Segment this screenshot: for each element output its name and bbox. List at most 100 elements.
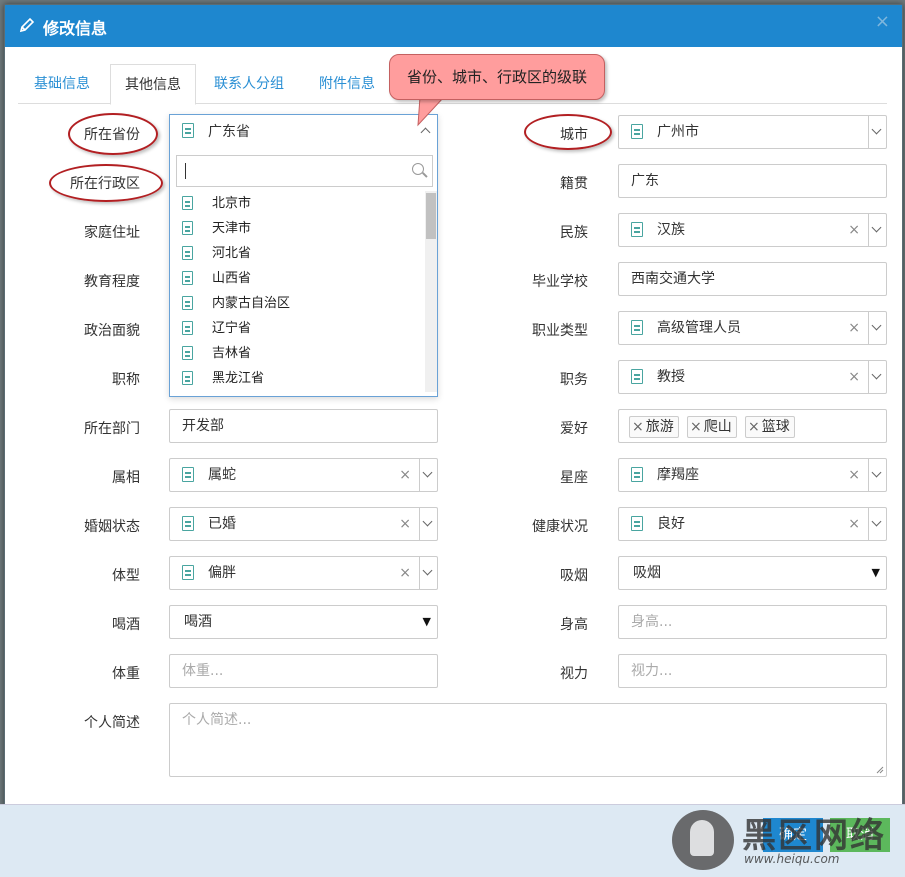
drinking-select[interactable]: 喝酒 ▼: [169, 605, 438, 639]
native-place-value: 广东: [631, 173, 659, 189]
province-option[interactable]: 辽宁省: [170, 316, 425, 341]
department-label: 所在部门: [84, 421, 140, 437]
remove-tag-icon[interactable]: ×: [690, 419, 702, 435]
chevron-down-icon[interactable]: [868, 508, 886, 540]
scrollbar-thumb[interactable]: [426, 193, 436, 239]
clear-icon[interactable]: ×: [399, 508, 411, 540]
province-option[interactable]: 吉林省: [170, 341, 425, 366]
tab-contact-groups[interactable]: 联系人分组: [200, 64, 298, 104]
watermark: 黑区网络 www.heiqu.com: [672, 808, 900, 872]
annotation-ring-province: [68, 113, 158, 155]
clear-icon[interactable]: ×: [848, 459, 860, 491]
hobby-tag: × 篮球: [745, 416, 795, 438]
dropdown-scrollbar[interactable]: [425, 191, 437, 392]
zodiac-label: 属相: [112, 470, 140, 486]
text-cursor: [185, 163, 186, 179]
clear-icon[interactable]: ×: [848, 312, 860, 344]
body-type-select[interactable]: 偏胖 ×: [169, 556, 438, 590]
province-option[interactable]: 山西省: [170, 266, 425, 291]
native-place-input[interactable]: 广东: [618, 164, 887, 198]
document-icon: [182, 221, 193, 235]
tab-basic-info[interactable]: 基础信息: [20, 64, 104, 104]
province-option[interactable]: 天津市: [170, 216, 425, 241]
marital-select[interactable]: 已婚 ×: [169, 507, 438, 541]
department-input[interactable]: 开发部: [169, 409, 438, 443]
document-icon: [631, 320, 643, 335]
city-select[interactable]: 广州市: [618, 115, 887, 149]
document-icon: [182, 271, 193, 285]
document-icon: [182, 296, 193, 310]
zodiac-select[interactable]: 属蛇 ×: [169, 458, 438, 492]
remove-tag-icon[interactable]: ×: [632, 419, 644, 435]
ethnicity-value: 汉族: [657, 222, 685, 238]
province-option[interactable]: 北京市: [170, 191, 425, 216]
ethnicity-select[interactable]: 汉族 ×: [618, 213, 887, 247]
weight-input[interactable]: 体重...: [169, 654, 438, 688]
hobby-tag: × 旅游: [629, 416, 679, 438]
clear-icon[interactable]: ×: [399, 459, 411, 491]
document-icon: [631, 467, 643, 482]
chevron-down-icon[interactable]: [419, 508, 437, 540]
document-icon: [182, 196, 193, 210]
province-option[interactable]: 黑龙江省: [170, 366, 425, 391]
watermark-text: 黑区网络: [742, 816, 886, 856]
dialog-title: 修改信息: [43, 19, 108, 38]
constellation-label: 星座: [560, 470, 588, 486]
option-label: 天津市: [212, 221, 252, 236]
school-input[interactable]: 西南交通大学: [618, 262, 887, 296]
marital-value: 已婚: [208, 516, 236, 532]
political-label: 政治面貌: [84, 323, 140, 339]
clear-icon[interactable]: ×: [848, 361, 860, 393]
chevron-down-icon[interactable]: [868, 459, 886, 491]
clear-icon[interactable]: ×: [848, 214, 860, 246]
chevron-down-icon[interactable]: [868, 361, 886, 393]
smoking-value: 吸烟: [633, 565, 661, 581]
clear-icon[interactable]: ×: [399, 557, 411, 589]
document-icon: [182, 123, 194, 138]
province-dropdown: 广东省 北京市 天津市 河北省 山西省 内蒙古自治区 辽宁省 吉林省 黑龙江省: [169, 114, 438, 397]
constellation-value: 摩羯座: [657, 467, 699, 483]
document-icon: [182, 565, 194, 580]
smoking-select[interactable]: 吸烟 ▼: [618, 556, 887, 590]
tab-other-info[interactable]: 其他信息: [110, 64, 196, 105]
annotation-ring-district: [49, 164, 163, 202]
chevron-down-icon[interactable]: [868, 116, 886, 148]
resize-grip-icon[interactable]: [874, 764, 884, 774]
hobbies-multiselect[interactable]: × 旅游 × 爬山 × 篮球: [618, 409, 887, 443]
document-icon: [182, 467, 194, 482]
province-option[interactable]: 内蒙古自治区: [170, 291, 425, 316]
option-label: 山西省: [212, 271, 252, 286]
option-label: 内蒙古自治区: [212, 296, 291, 311]
chevron-down-icon[interactable]: [419, 459, 437, 491]
document-icon: [182, 321, 193, 335]
tab-attachments[interactable]: 附件信息: [305, 64, 389, 104]
clear-icon[interactable]: ×: [848, 508, 860, 540]
health-select[interactable]: 良好 ×: [618, 507, 887, 541]
vision-input[interactable]: 视力...: [618, 654, 887, 688]
close-icon[interactable]: ×: [875, 11, 890, 32]
education-label: 教育程度: [84, 274, 140, 290]
height-placeholder: 身高...: [631, 614, 673, 630]
chevron-down-icon[interactable]: [868, 312, 886, 344]
position-select[interactable]: 教授 ×: [618, 360, 887, 394]
chevron-down-icon[interactable]: [419, 557, 437, 589]
title-label: 职称: [112, 372, 140, 388]
vision-label: 视力: [560, 666, 588, 682]
province-search-input[interactable]: [176, 155, 433, 187]
constellation-select[interactable]: 摩羯座 ×: [618, 458, 887, 492]
province-select[interactable]: 广东省: [170, 115, 437, 149]
home-address-label: 家庭住址: [84, 225, 140, 241]
remove-tag-icon[interactable]: ×: [748, 419, 760, 435]
job-type-value: 高级管理人员: [657, 320, 741, 336]
position-value: 教授: [657, 369, 685, 385]
chevron-down-icon[interactable]: [868, 214, 886, 246]
hobby-tag-label: 爬山: [703, 419, 732, 435]
province-option[interactable]: 河北省: [170, 241, 425, 266]
bio-label: 个人简述: [84, 715, 140, 731]
vision-placeholder: 视力...: [631, 663, 673, 679]
job-type-select[interactable]: 高级管理人员 ×: [618, 311, 887, 345]
height-input[interactable]: 身高...: [618, 605, 887, 639]
health-value: 良好: [657, 516, 685, 532]
bio-textarea[interactable]: 个人简述...: [169, 703, 887, 777]
marital-label: 婚姻状态: [84, 519, 140, 535]
